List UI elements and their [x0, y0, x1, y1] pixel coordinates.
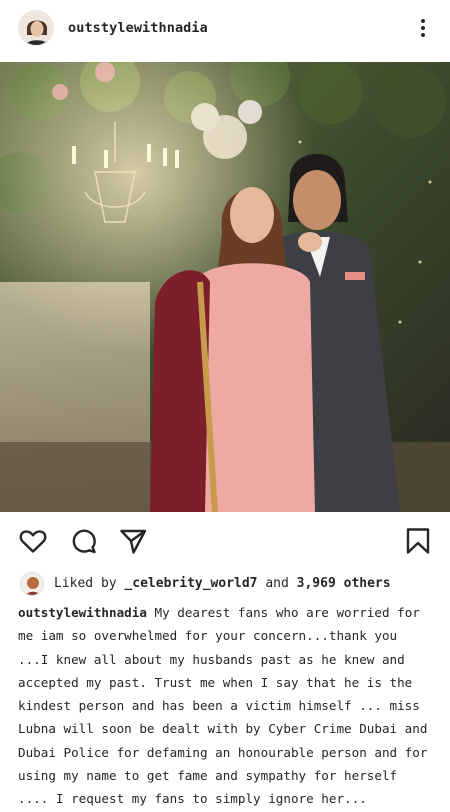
likes-summary[interactable]: Liked by _celebrity_world7 and 3,969 oth… — [54, 576, 391, 591]
bookmark-icon[interactable] — [403, 526, 433, 556]
more-vertical-icon[interactable] — [418, 16, 428, 40]
liker-avatar[interactable] — [20, 572, 44, 596]
likes-joiner: and — [265, 576, 289, 591]
likes-others[interactable]: 3,969 others — [297, 576, 391, 591]
heart-icon[interactable] — [18, 526, 48, 556]
likes-row: Liked by _celebrity_world7 and 3,969 oth… — [0, 568, 450, 600]
caption-username[interactable]: outstylewithnadia — [18, 605, 147, 620]
post-photo[interactable] — [0, 62, 450, 512]
post-actions — [0, 512, 450, 568]
post-username[interactable]: outstylewithnadia — [68, 20, 208, 36]
caption-text: My dearest fans who are worried for me i… — [18, 605, 428, 807]
likes-user[interactable]: _celebrity_world7 — [124, 576, 257, 591]
comment-icon[interactable] — [68, 526, 98, 556]
post-caption: outstylewithnadia My dearest fans who ar… — [18, 601, 434, 811]
profile-avatar[interactable] — [18, 10, 54, 46]
post-header: outstylewithnadia — [0, 0, 450, 62]
likes-prefix: Liked by — [54, 576, 117, 591]
send-icon[interactable] — [118, 526, 148, 556]
